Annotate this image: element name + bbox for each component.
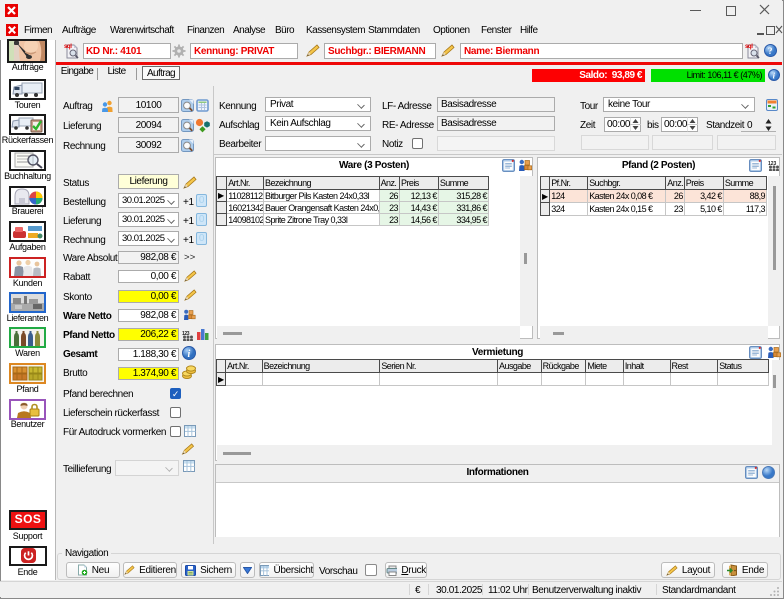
svg-text:123: 123	[768, 161, 777, 167]
svg-text:sql: sql	[64, 44, 72, 50]
svg-text:?: ?	[768, 46, 772, 56]
svg-text:sql: sql	[745, 44, 753, 50]
